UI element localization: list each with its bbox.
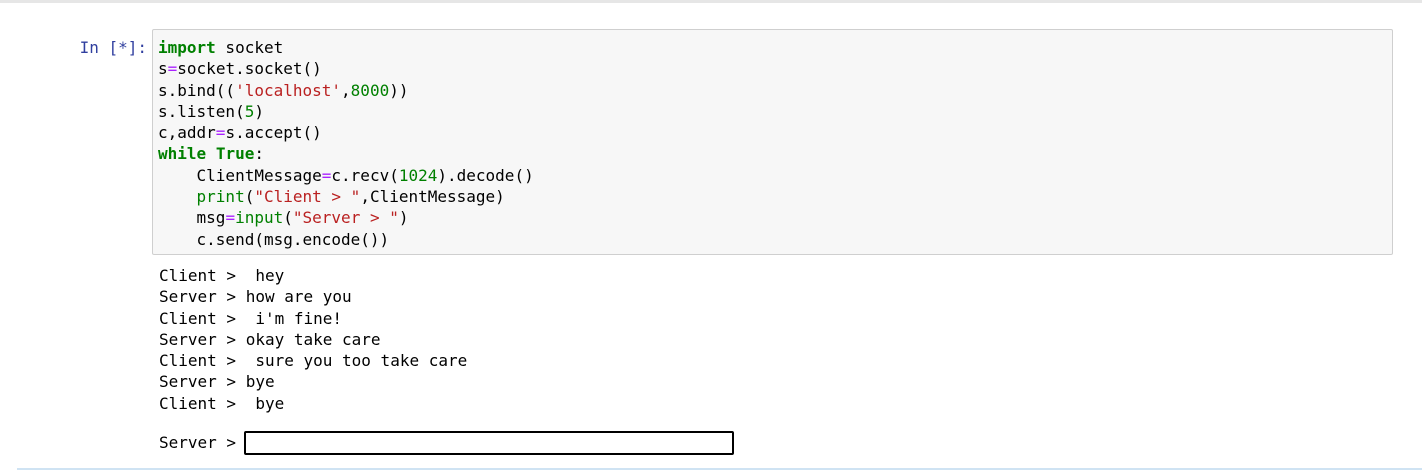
- code-token: ): [398, 208, 409, 228]
- code-token-kw: True: [215, 144, 255, 164]
- code-line: while True:: [158, 143, 534, 164]
- code-line: s.listen(5): [158, 101, 534, 122]
- output-line: Client > hey: [159, 266, 285, 285]
- code-line: print("Client > ",ClientMessage): [158, 186, 534, 207]
- output-line: Server > bye: [159, 372, 275, 392]
- output-line: Client > bye: [159, 393, 285, 413]
- code-token-kw: import: [158, 38, 216, 57]
- code-editor[interactable]: import socket s=socket.socket() s.bind(('l…: [152, 29, 1393, 255]
- code-token: (: [244, 187, 255, 207]
- code-token-builtin: input: [235, 208, 284, 228]
- code-content[interactable]: import socket s=socket.socket() s.bind(('l…: [158, 37, 534, 250]
- code-line: msg=input("Server > "): [158, 207, 534, 228]
- code-cell[interactable]: In [*]: import socket s=socket.socket() s.…: [0, 0, 1422, 473]
- code-token: :: [254, 144, 264, 164]
- stdin-input[interactable]: [244, 430, 735, 455]
- code-token: ,ClientMessage): [360, 187, 505, 207]
- code-token-num: 1024: [398, 165, 438, 185]
- code-token-builtin: print: [196, 187, 245, 207]
- code-token: (: [283, 208, 293, 228]
- code-token-num: 5: [244, 101, 255, 121]
- code-token: )): [389, 80, 409, 100]
- code-token-kw: while: [158, 144, 207, 164]
- code-token: ,: [341, 80, 351, 100]
- code-token-op: =: [321, 165, 332, 185]
- code-token-str: 'localhost': [235, 80, 342, 100]
- next-cell-border: [17, 468, 1422, 470]
- code-token-str: "Server > ": [292, 208, 399, 228]
- code-token-op: =: [225, 208, 236, 228]
- output-line: Server > how are you: [159, 287, 352, 307]
- input-prompt: In [*]:: [79, 38, 147, 57]
- code-token: socket.socket(): [177, 59, 322, 79]
- code-line: s=socket.socket(): [158, 58, 534, 79]
- code-line: ClientMessage=c.recv(1024).decode(): [158, 165, 534, 186]
- code-token-op: =: [167, 59, 178, 79]
- code-token-num: 8000: [350, 80, 390, 100]
- code-token: c.recv(: [331, 165, 399, 185]
- code-token: ClientMessage: [158, 165, 322, 185]
- code-token-str: "Client > ": [254, 187, 361, 207]
- code-token: s.accept(): [225, 123, 322, 143]
- code-token: msg: [158, 208, 226, 228]
- code-line: c.send(msg.encode()): [158, 229, 534, 250]
- code-token: ).decode(): [437, 165, 534, 185]
- code-token: c.send(msg.encode()): [158, 229, 390, 249]
- output-line: Client > sure you too take care: [159, 351, 468, 371]
- code-line: c,addr=s.accept(): [158, 122, 534, 143]
- code-line: import socket: [158, 37, 534, 58]
- code-token: s.bind((: [158, 80, 236, 100]
- code-token: s.listen(: [158, 101, 245, 121]
- stdin-label: Server >: [159, 433, 237, 452]
- code-token-op: =: [215, 123, 226, 143]
- code-token: socket: [215, 38, 284, 57]
- output-line: Client > i'm fine!: [159, 308, 343, 328]
- code-line: s.bind(('localhost',8000)): [158, 80, 534, 101]
- code-token: s: [158, 59, 168, 79]
- cell-output: Client > hey Server > how are you Client >…: [159, 265, 467, 414]
- code-token: ): [254, 101, 264, 121]
- stdin-prompt-row: Server >: [159, 430, 735, 455]
- output-line: Server > okay take care: [159, 329, 381, 349]
- code-token: c,addr: [158, 123, 216, 143]
